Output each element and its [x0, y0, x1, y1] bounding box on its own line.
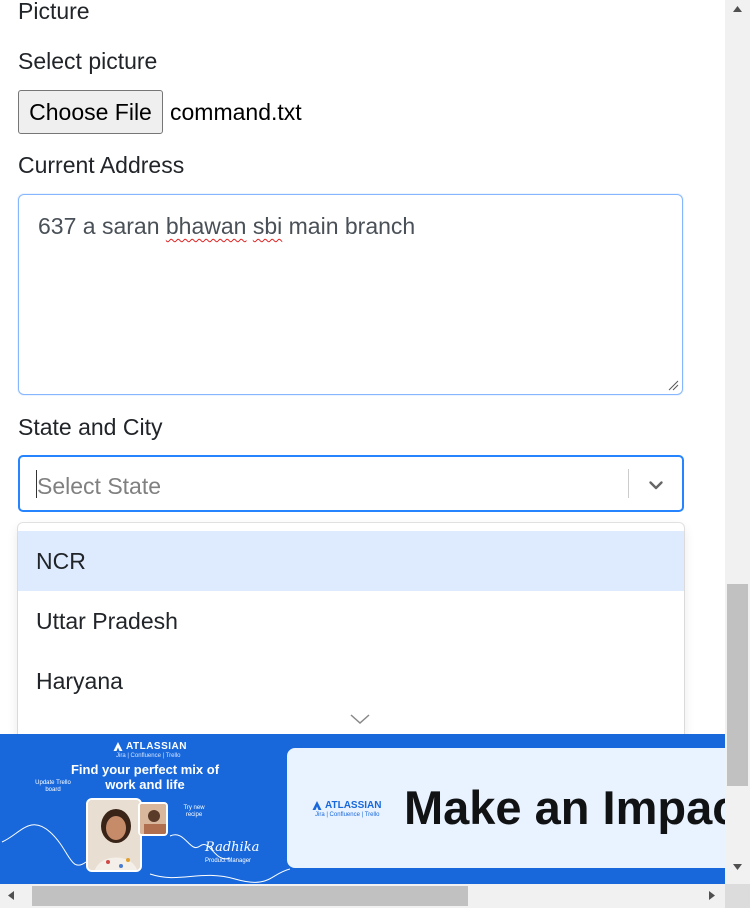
picture-heading: Picture	[18, 0, 90, 24]
ad-card: ATLASSIAN Jira | Confluence | Trello Mak…	[287, 748, 725, 868]
select-picture-label: Select picture	[18, 48, 158, 74]
atlassian-logo: ATLASSIAN	[113, 741, 187, 752]
resize-handle-icon[interactable]	[667, 379, 679, 391]
address-text: 637 a saran bhawan sbi main branch	[38, 213, 416, 239]
ad-headline: Find your perfect mix of work and life	[70, 762, 220, 792]
signature-text: Radhika	[205, 840, 260, 855]
choose-file-button[interactable]: Choose File	[18, 90, 163, 134]
food-photo	[138, 802, 168, 836]
chevron-down-icon	[350, 714, 370, 725]
vertical-scroll-thumb[interactable]	[727, 584, 748, 786]
current-address-textarea[interactable]: 637 a saran bhawan sbi main branch	[18, 194, 683, 395]
state-dropdown-menu: NCR Uttar Pradesh Haryana	[18, 523, 684, 753]
scroll-right-arrow-icon[interactable]	[709, 891, 715, 900]
spellcheck-word-bhawan: bhawan	[165, 213, 247, 239]
ad-note-update-trello: Update Trello board	[35, 780, 71, 793]
atlassian-logo-icon	[312, 800, 322, 810]
state-select[interactable]: Select State	[18, 455, 684, 512]
ad-big-headline: Make an Impact	[404, 781, 725, 834]
state-select-placeholder: Select State	[37, 473, 162, 499]
horizontal-scroll-thumb[interactable]	[32, 886, 468, 906]
spellcheck-word-sbi: sbi	[252, 213, 283, 239]
advertisement-banner[interactable]: ATLASSIAN Jira | Confluence | Trello Fin…	[0, 734, 725, 884]
scrollbar-corner	[725, 884, 750, 908]
current-address-label: Current Address	[18, 152, 185, 178]
atlassian-logo-icon	[113, 741, 123, 751]
product-list: Jira | Confluence | Trello	[116, 753, 181, 759]
state-city-label: State and City	[18, 414, 163, 440]
text-cursor	[36, 470, 37, 498]
ad-note-recipe: Try new recipe	[183, 805, 205, 818]
state-option[interactable]: NCR	[18, 531, 684, 591]
chevron-down-icon[interactable]	[646, 475, 666, 495]
vertical-scrollbar[interactable]	[725, 0, 750, 884]
scroll-left-arrow-icon[interactable]	[8, 891, 14, 900]
product-list: Jira | Confluence | Trello	[315, 812, 380, 818]
person-photo	[86, 798, 142, 872]
scroll-up-arrow-icon[interactable]	[733, 6, 742, 12]
indicator-separator	[628, 469, 629, 498]
horizontal-scrollbar[interactable]	[0, 884, 725, 908]
scroll-down-arrow-icon[interactable]	[733, 864, 742, 870]
state-option[interactable]: Haryana	[18, 651, 684, 711]
selected-file-name: command.txt	[170, 99, 302, 125]
page-viewport: Picture Select picture Choose File comma…	[0, 0, 725, 884]
atlassian-logo: ATLASSIAN	[312, 800, 381, 811]
role-text: Product Manager	[205, 858, 252, 864]
state-option[interactable]: Uttar Pradesh	[18, 591, 684, 651]
